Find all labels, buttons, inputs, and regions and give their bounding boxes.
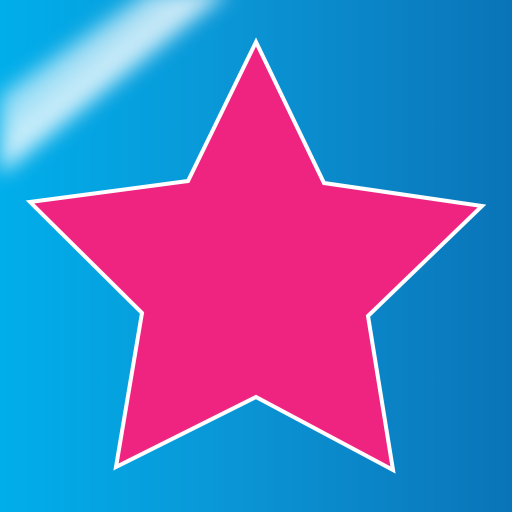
app-icon-graphic: [0, 0, 512, 512]
app-icon: [0, 0, 512, 512]
